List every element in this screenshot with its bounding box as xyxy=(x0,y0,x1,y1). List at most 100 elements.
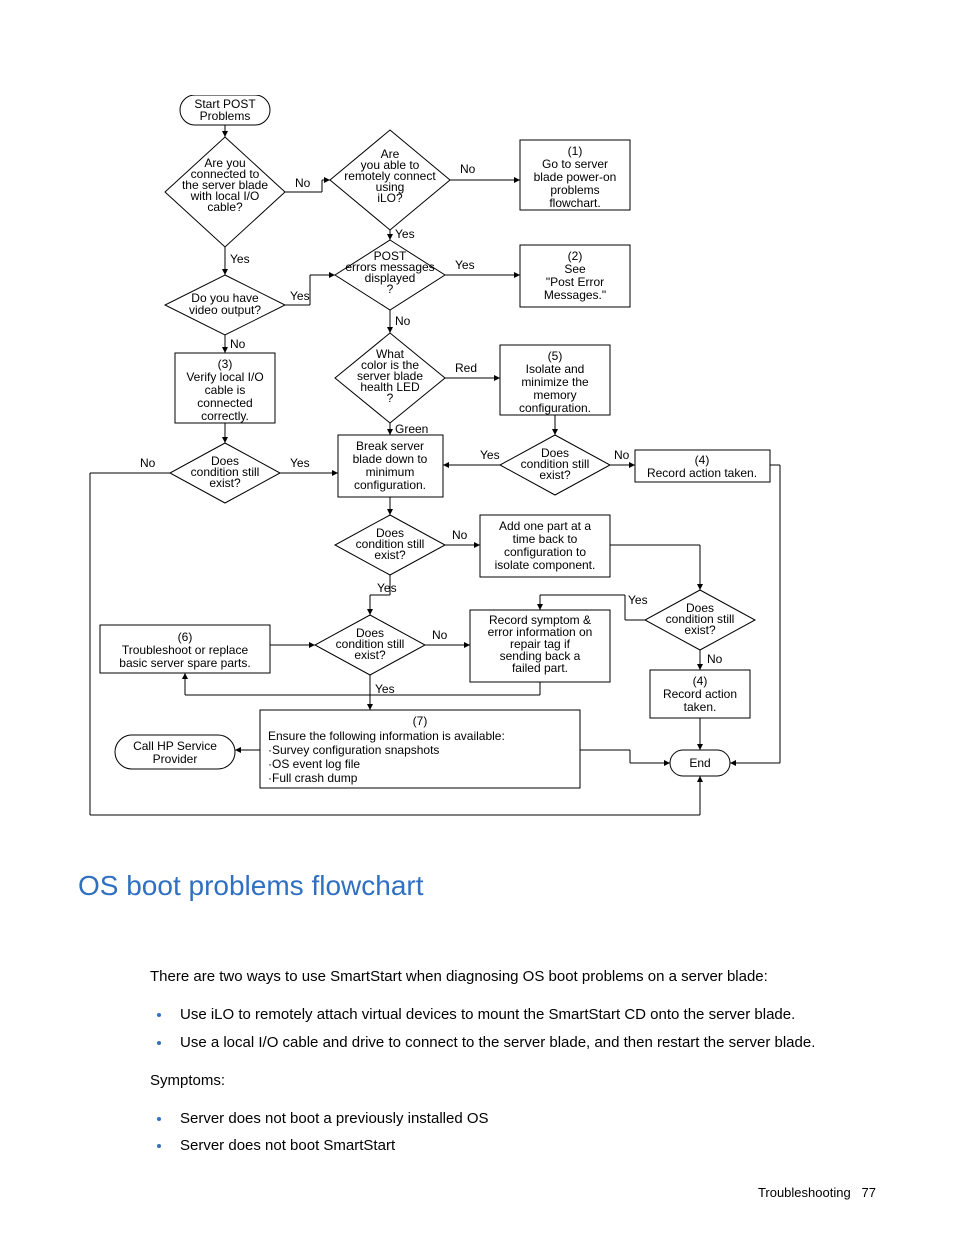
symptom-item: Server does not boot a previously instal… xyxy=(172,1107,870,1130)
svg-text:Problems: Problems xyxy=(200,109,251,123)
node-d1: Are you connected to the server blade wi… xyxy=(165,137,285,247)
node-call-hp: Call HP Service Provider xyxy=(115,735,235,769)
section-title: OS boot problems flowchart xyxy=(78,870,424,902)
svg-text:Call HP Service: Call HP Service xyxy=(133,739,217,753)
node-record-symptom: Record symptom & error information on re… xyxy=(470,610,610,682)
node-start: Start POST Problems xyxy=(180,95,270,125)
post-problems-flowchart: Start POST Problems Are you connected to… xyxy=(80,95,790,845)
svg-text:See: See xyxy=(564,262,586,276)
svg-text:exist?: exist? xyxy=(209,476,241,490)
svg-text:configuration.: configuration. xyxy=(354,478,426,492)
svg-text:End: End xyxy=(689,756,710,770)
svg-text:Yes: Yes xyxy=(290,456,310,470)
svg-text:cable?: cable? xyxy=(207,200,243,214)
svg-text:·Survey configuration snapshot: ·Survey configuration snapshots xyxy=(268,743,439,757)
svg-text:flowchart.: flowchart. xyxy=(549,196,600,210)
svg-text:·Full crash dump: ·Full crash dump xyxy=(268,771,358,785)
svg-text:No: No xyxy=(614,448,630,462)
svg-text:minimize the: minimize the xyxy=(521,375,589,389)
svg-text:·OS event log file: ·OS event log file xyxy=(268,757,360,771)
svg-text:problems: problems xyxy=(550,183,599,197)
node-d6: Does condition still exist? xyxy=(170,443,280,503)
node-break: Break server blade down to minimum confi… xyxy=(338,435,443,497)
svg-text:?: ? xyxy=(387,391,394,405)
svg-text:Yes: Yes xyxy=(395,227,415,241)
svg-text:Yes: Yes xyxy=(377,581,397,595)
svg-text:Break server: Break server xyxy=(356,439,424,453)
svg-text:No: No xyxy=(452,528,468,542)
svg-text:No: No xyxy=(707,652,723,666)
way-item: Use iLO to remotely attach virtual devic… xyxy=(172,1003,870,1026)
node-add: Add one part at a time back to configura… xyxy=(480,515,610,577)
node-d10: Does condition still exist? xyxy=(645,590,755,650)
page-footer: Troubleshooting 77 xyxy=(758,1185,876,1200)
node-p4a: (4) Record action taken. xyxy=(635,450,770,482)
svg-text:basic server spare parts.: basic server spare parts. xyxy=(119,656,250,670)
node-p5: (5) Isolate and minimize the memory conf… xyxy=(500,345,610,415)
svg-text:Red: Red xyxy=(455,361,477,375)
footer-section: Troubleshooting xyxy=(758,1185,851,1200)
svg-text:cable is: cable is xyxy=(205,383,246,397)
node-p4b: (4) Record action taken. xyxy=(650,670,750,718)
svg-text:?: ? xyxy=(387,282,394,296)
svg-text:Yes: Yes xyxy=(230,252,250,266)
svg-text:connected: connected xyxy=(197,396,252,410)
way-item: Use a local I/O cable and drive to conne… xyxy=(172,1031,870,1054)
svg-text:"Post Error: "Post Error xyxy=(546,275,604,289)
svg-text:Yes: Yes xyxy=(290,289,310,303)
svg-text:(6): (6) xyxy=(178,630,193,644)
svg-text:(4): (4) xyxy=(693,674,708,688)
svg-text:Yes: Yes xyxy=(628,593,648,607)
svg-text:Go to server: Go to server xyxy=(542,157,608,171)
svg-text:iLO?: iLO? xyxy=(377,191,403,205)
node-d2: Are you able to remotely connect using i… xyxy=(330,130,450,230)
svg-text:Yes: Yes xyxy=(375,682,395,696)
svg-text:Yes: Yes xyxy=(480,448,500,462)
svg-text:taken.: taken. xyxy=(684,700,717,714)
svg-text:blade down to: blade down to xyxy=(353,452,428,466)
footer-page: 77 xyxy=(862,1185,876,1200)
svg-text:blade power-on: blade power-on xyxy=(534,170,617,184)
svg-text:(3): (3) xyxy=(218,357,233,371)
svg-text:(1): (1) xyxy=(568,144,583,158)
svg-text:correctly.: correctly. xyxy=(201,409,249,423)
svg-text:Green: Green xyxy=(395,422,428,436)
svg-text:No: No xyxy=(295,176,311,190)
svg-text:configuration to: configuration to xyxy=(504,545,586,559)
svg-text:exist?: exist? xyxy=(684,623,716,637)
svg-text:failed part.: failed part. xyxy=(512,661,568,675)
node-d5: What color is the server blade health LE… xyxy=(335,333,445,423)
svg-text:isolate component.: isolate component. xyxy=(495,558,596,572)
symptoms-label: Symptoms: xyxy=(150,1069,870,1092)
node-p6: (6) Troubleshoot or replace basic server… xyxy=(100,625,270,673)
svg-text:Yes: Yes xyxy=(455,258,475,272)
svg-text:video output?: video output? xyxy=(189,303,261,317)
svg-text:Isolate and: Isolate and xyxy=(526,362,585,376)
node-d3: Do you have video output? xyxy=(165,275,285,335)
node-d4: POST errors messages displayed ? xyxy=(335,240,445,310)
svg-text:time back to: time back to xyxy=(513,532,578,546)
svg-text:(4): (4) xyxy=(695,453,710,467)
svg-text:configuration.: configuration. xyxy=(519,401,591,415)
svg-text:exist?: exist? xyxy=(539,468,571,482)
node-d8: Does condition still exist? xyxy=(335,515,445,575)
svg-text:No: No xyxy=(140,456,156,470)
svg-text:(5): (5) xyxy=(548,349,563,363)
svg-text:(2): (2) xyxy=(568,249,583,263)
body-content: There are two ways to use SmartStart whe… xyxy=(150,950,870,1168)
svg-text:exist?: exist? xyxy=(354,648,386,662)
node-p2: (2) See "Post Error Messages." xyxy=(520,245,630,307)
svg-text:Messages.": Messages." xyxy=(544,288,606,302)
node-end: End xyxy=(670,750,730,776)
svg-text:Ensure the following informati: Ensure the following information is avai… xyxy=(268,729,505,743)
svg-text:Verify local I/O: Verify local I/O xyxy=(186,370,263,384)
symptom-item: Server does not boot SmartStart xyxy=(172,1134,870,1157)
svg-text:No: No xyxy=(432,628,448,642)
node-p3: (3) Verify local I/O cable is connected … xyxy=(175,353,275,423)
intro-text: There are two ways to use SmartStart whe… xyxy=(150,965,870,988)
node-p7: (7) Ensure the following information is … xyxy=(260,710,580,788)
svg-text:No: No xyxy=(230,337,246,351)
svg-text:Troubleshoot or replace: Troubleshoot or replace xyxy=(122,643,249,657)
svg-text:memory: memory xyxy=(533,388,576,402)
svg-text:Provider: Provider xyxy=(153,752,198,766)
